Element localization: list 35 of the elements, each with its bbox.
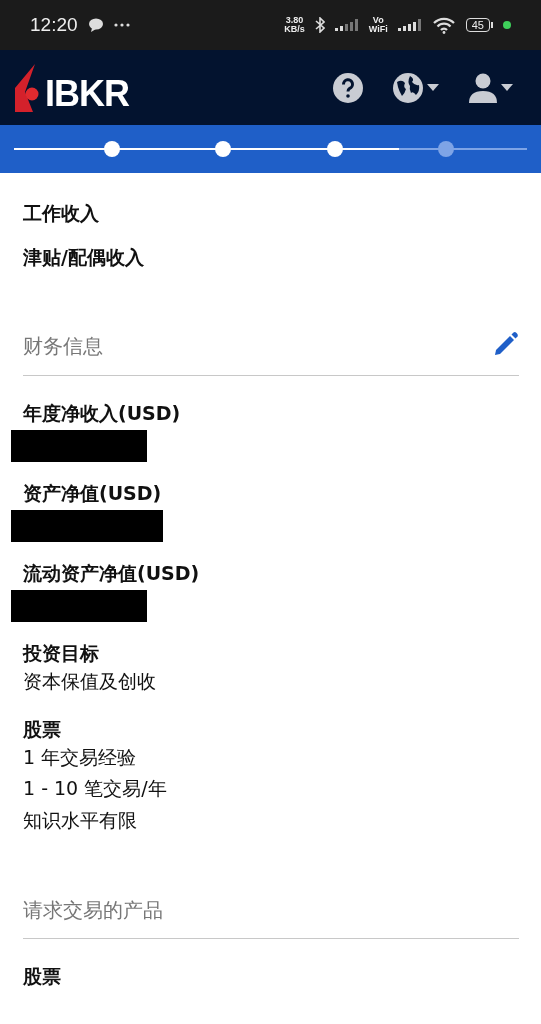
caret-icon [501, 84, 513, 91]
field-label: 工作收入 [23, 201, 99, 226]
network-speed: 3.80 KB/s [284, 16, 305, 34]
chat-bubble-icon [87, 18, 104, 32]
field-value: 1 - 10 笔交易/年 [23, 776, 167, 801]
field-label: 津贴/配偶收入 [23, 245, 144, 270]
globe-icon [393, 72, 423, 103]
field-label: 股票 [23, 964, 61, 989]
field-label: 股票 [23, 716, 61, 742]
caret-icon [427, 84, 439, 91]
help-icon[interactable] [333, 72, 363, 103]
signal-icon [334, 19, 359, 31]
vowifi-label: Vo WiFi [368, 16, 388, 34]
wifi-icon [431, 16, 456, 34]
language-menu[interactable] [393, 72, 439, 103]
field-label: 年度净收入(USD) [23, 401, 181, 426]
field-label: 资产净值(USD) [23, 481, 162, 506]
signal-icon [397, 19, 422, 31]
more-dots-icon [113, 23, 130, 27]
pencil-icon [493, 331, 519, 357]
logo-text: IBKR [45, 75, 129, 112]
field-label: 流动资产净值(USD) [23, 561, 200, 586]
clock-time: 12:20 [30, 14, 78, 36]
user-icon [469, 72, 497, 103]
status-dot [503, 21, 511, 29]
section-title: 请求交易的产品 [23, 897, 163, 923]
bluetooth-icon [314, 17, 325, 33]
logo-icon [15, 63, 41, 112]
field-value: 知识水平有限 [23, 807, 137, 833]
account-menu[interactable] [469, 72, 513, 103]
field-value: 资本保值及创收 [23, 669, 156, 694]
field-value: 1 年交易经验 [23, 744, 137, 770]
battery-level: 45 [465, 18, 490, 32]
field-label: 投资目标 [23, 641, 99, 666]
section-title: 财务信息 [23, 332, 103, 359]
